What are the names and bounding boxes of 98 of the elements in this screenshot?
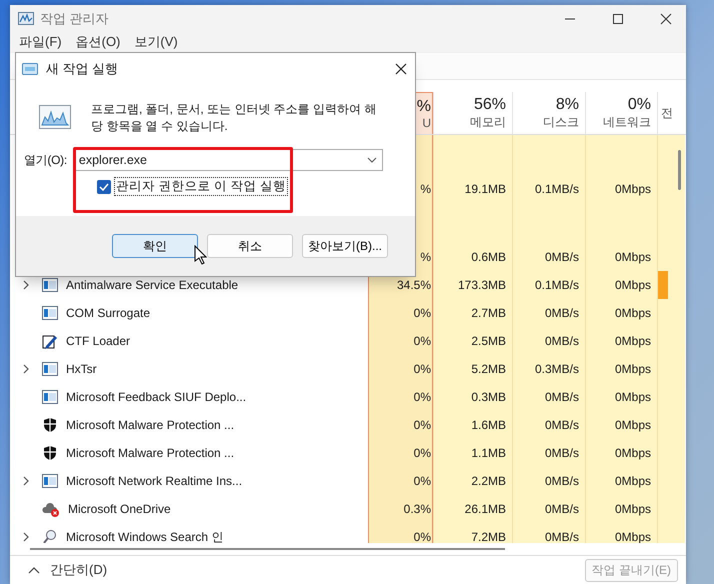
magnifier-icon	[42, 529, 58, 543]
table-cell	[657, 135, 685, 175]
table-cell: 0%	[368, 355, 433, 383]
menu-item[interactable]: 옵션(O)	[76, 33, 120, 51]
table-cell: 0%	[368, 523, 433, 543]
table-cell: 0Mbps	[585, 355, 657, 383]
run-icon	[22, 63, 38, 75]
process-name: COM Surrogate	[66, 306, 150, 320]
column-header[interactable]: 56% 메모리	[433, 92, 512, 134]
mouse-cursor-icon	[194, 245, 207, 265]
column-header[interactable]: 0% 네트워크	[585, 92, 657, 134]
table-cell: 0Mbps	[585, 243, 657, 271]
process-name: Microsoft Feedback SIUF Deplo...	[66, 390, 246, 404]
table-cell: 7.2MB	[433, 523, 512, 543]
table-cell: 0MB/s	[512, 467, 585, 495]
table-cell: 0.1MB/s	[512, 271, 585, 299]
table-cell: 0.3%	[368, 495, 433, 523]
process-name: Microsoft OneDrive	[68, 502, 171, 516]
table-cell: 0Mbps	[585, 383, 657, 411]
table-cell: 0MB/s	[512, 327, 585, 355]
chevron-down-icon[interactable]	[366, 157, 377, 163]
table-cell: 1.1MB	[433, 439, 512, 467]
checkbox-label[interactable]: 관리자 권한으로 이 작업 실행	[114, 177, 288, 196]
open-label: 열기(O):	[24, 152, 67, 168]
expand-chevron-icon[interactable]	[22, 476, 30, 486]
table-cell: 0MB/s	[512, 299, 585, 327]
process-name: Microsoft Malware Protection ...	[66, 446, 234, 460]
table-cell: 0%	[368, 299, 433, 327]
table-cell: 0Mbps	[585, 175, 657, 203]
table-cell: 0Mbps	[585, 467, 657, 495]
process-name: HxTsr	[66, 362, 97, 376]
chevron-up-icon[interactable]	[28, 566, 40, 574]
window-icon	[42, 362, 58, 376]
table-cell: 173.3MB	[433, 271, 512, 299]
collapse-link[interactable]: 간단히(D)	[50, 561, 108, 579]
table-cell: 26.1MB	[433, 495, 512, 523]
window-icon	[42, 390, 58, 404]
table-cell: 0Mbps	[585, 439, 657, 467]
notepad-pen-icon	[42, 333, 58, 349]
table-cell: 0MB/s	[512, 411, 585, 439]
dialog-button[interactable]: 취소	[207, 234, 293, 258]
table-cell: 0Mbps	[585, 495, 657, 523]
expand-chevron-icon[interactable]	[22, 364, 30, 374]
process-name: Microsoft Malware Protection ...	[66, 418, 234, 432]
menu-item[interactable]: 파일(F)	[19, 33, 62, 51]
process-name: Microsoft Network Realtime Ins...	[66, 474, 242, 488]
checkbox[interactable]	[97, 180, 111, 194]
table-cell	[657, 523, 685, 543]
dialog-button[interactable]: 확인	[112, 234, 198, 258]
table-cell: 0%	[368, 327, 433, 355]
close-icon[interactable]	[395, 63, 407, 75]
table-cell: 0Mbps	[585, 327, 657, 355]
window-icon	[42, 474, 58, 488]
process-name: Microsoft Windows Search 인	[66, 528, 224, 543]
close-icon[interactable]	[660, 12, 672, 24]
process-name: Antimalware Service Executable	[66, 278, 238, 292]
horizontal-scrollbar[interactable]	[30, 548, 505, 550]
table-cell: 2.5MB	[433, 327, 512, 355]
table-cell: 2.2MB	[433, 467, 512, 495]
table-cell: 0MB/s	[512, 495, 585, 523]
window-title: 작업 관리자	[40, 10, 109, 28]
table-cell: 0%	[368, 467, 433, 495]
table-cell: 2.7MB	[433, 299, 512, 327]
expand-chevron-icon[interactable]	[22, 280, 30, 290]
table-cell: 0.3MB	[433, 383, 512, 411]
table-cell: 0.3MB/s	[512, 355, 585, 383]
maximize-icon[interactable]	[612, 12, 624, 24]
column-header[interactable]: 8% 디스크	[512, 92, 585, 134]
shield-icon	[42, 417, 58, 433]
table-cell: 0.6MB	[433, 243, 512, 271]
table-cell: 0MB/s	[512, 523, 585, 543]
expand-chevron-icon[interactable]	[22, 532, 30, 542]
cloud-error-icon	[42, 501, 60, 517]
window-icon	[42, 306, 58, 320]
table-cell: 0.1MB/s	[512, 175, 585, 203]
table-cell: 0MB/s	[512, 383, 585, 411]
menu-item[interactable]: 보기(V)	[134, 33, 178, 51]
shield-icon	[42, 445, 58, 461]
table-cell: 0%	[368, 383, 433, 411]
table-cell: 0Mbps	[585, 411, 657, 439]
dialog-title: 새 작업 실행	[46, 60, 118, 78]
app-icon	[18, 12, 34, 25]
table-cell: 19.1MB	[433, 175, 512, 203]
column-header[interactable]: 전	[657, 92, 685, 134]
table-cell: 5.2MB	[433, 355, 512, 383]
table-cell: 1.6MB	[433, 411, 512, 439]
performance-graph-icon	[39, 105, 71, 129]
table-cell	[585, 135, 657, 175]
table-cell: 0MB/s	[512, 439, 585, 467]
table-cell: 0Mbps	[585, 271, 657, 299]
table-cell: 0Mbps	[585, 299, 657, 327]
vertical-scrollbar[interactable]	[678, 150, 681, 190]
table-cell: 0MB/s	[512, 243, 585, 271]
process-name: CTF Loader	[66, 334, 130, 348]
dialog-button[interactable]: 찾아보기(B)...	[302, 234, 388, 258]
table-cell: 0%	[368, 411, 433, 439]
table-cell: 0%	[368, 439, 433, 467]
dialog-message: 프로그램, 폴더, 문서, 또는 인터넷 주소를 입력하여 해당 항목을 열 수 있습니다.	[91, 101, 378, 135]
